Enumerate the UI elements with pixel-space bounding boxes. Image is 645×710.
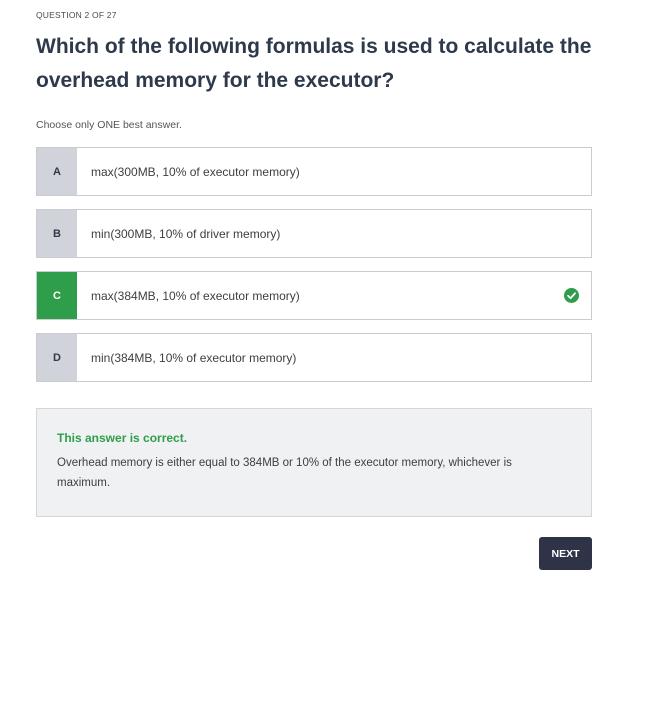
option-text: max(384MB, 10% of executor memory) <box>91 288 300 303</box>
feedback-explanation: Overhead memory is either equal to 384MB… <box>57 457 512 489</box>
option-letter: A <box>37 148 77 195</box>
question-counter: QUESTION 2 OF 27 <box>36 10 117 20</box>
question-title: Which of the following formulas is used … <box>36 35 592 92</box>
option-letter: B <box>37 210 77 257</box>
answer-options: A max(300MB, 10% of executor memory) B m… <box>36 147 592 395</box>
option-text: min(300MB, 10% of driver memory) <box>91 226 281 241</box>
quiz-page: QUESTION 2 OF 27 Which of the following … <box>0 0 645 710</box>
answer-feedback-panel: This answer is correct. Overhead memory … <box>36 408 592 517</box>
option-letter: D <box>37 334 77 381</box>
next-button[interactable]: NEXT <box>539 537 592 570</box>
option-letter: C <box>37 272 77 319</box>
answer-option-b[interactable]: B min(300MB, 10% of driver memory) <box>36 209 592 258</box>
option-text: max(300MB, 10% of executor memory) <box>91 164 300 179</box>
answer-option-a[interactable]: A max(300MB, 10% of executor memory) <box>36 147 592 196</box>
answer-instruction: Choose only ONE best answer. <box>36 119 182 131</box>
option-text: min(384MB, 10% of executor memory) <box>91 350 297 365</box>
feedback-status: This answer is correct. <box>57 431 188 445</box>
answer-option-c[interactable]: C max(384MB, 10% of executor memory) <box>36 271 592 320</box>
answer-option-d[interactable]: D min(384MB, 10% of executor memory) <box>36 333 592 382</box>
check-circle-icon <box>551 272 591 319</box>
